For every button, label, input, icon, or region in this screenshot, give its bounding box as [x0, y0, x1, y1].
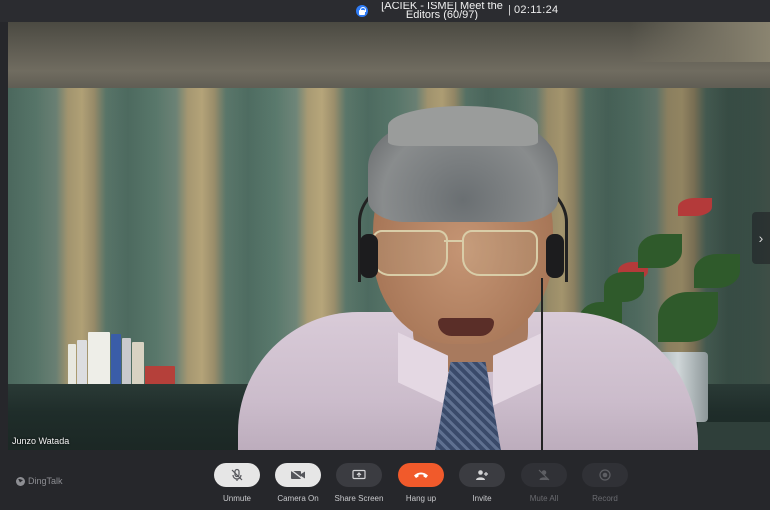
unmute-label: Unmute	[222, 494, 251, 503]
meeting-timer: 02:11:24	[514, 4, 559, 16]
participant-video[interactable]	[8, 22, 770, 450]
share-screen-label: Share Screen	[334, 494, 384, 503]
camera-icon	[290, 469, 305, 481]
hang-up-button[interactable]: Hang up	[391, 463, 451, 503]
participant-name-label: Junzo Watada	[12, 436, 70, 446]
brand-name: DingTalk	[28, 476, 63, 486]
unmute-button[interactable]: Unmute	[207, 463, 267, 503]
invite-label: Invite	[472, 494, 492, 503]
record-icon	[599, 469, 611, 481]
camera-on-label: Camera On	[277, 494, 319, 503]
add-person-icon	[476, 470, 488, 480]
dingtalk-icon	[16, 476, 25, 486]
participant-glasses	[368, 230, 538, 278]
mic-muted-icon	[231, 468, 243, 481]
mute-all-label: Mute All	[529, 494, 559, 503]
video-ceiling	[8, 22, 770, 92]
meeting-title-text: [ACIEK - ISME] Meet the Editors (60/97)	[381, 2, 503, 20]
bookshelf	[68, 322, 178, 388]
hang-up-label: Hang up	[405, 494, 437, 503]
invite-button[interactable]: Invite	[452, 463, 512, 503]
hang-up-icon	[414, 472, 428, 478]
mute-all-button[interactable]: Mute All	[514, 463, 574, 503]
lock-icon	[356, 5, 368, 17]
meeting-toolbar: DingTalk Unmute Camera On Share Screen H…	[0, 450, 770, 510]
brand-logo: DingTalk	[16, 476, 63, 486]
timer-separator: |	[508, 4, 511, 16]
next-page-arrow[interactable]: ›	[752, 212, 770, 264]
mute-all-icon	[538, 469, 550, 481]
meeting-title: [ACIEK - ISME] Meet the Editors (60/97)	[356, 2, 512, 20]
title-bar: [ACIEK - ISME] Meet the Editors (60/97) …	[0, 0, 770, 22]
camera-on-button[interactable]: Camera On	[268, 463, 328, 503]
share-screen-icon	[352, 469, 366, 480]
record-label: Record	[592, 494, 618, 503]
record-button[interactable]: Record	[575, 463, 635, 503]
share-screen-button[interactable]: Share Screen	[329, 463, 389, 503]
